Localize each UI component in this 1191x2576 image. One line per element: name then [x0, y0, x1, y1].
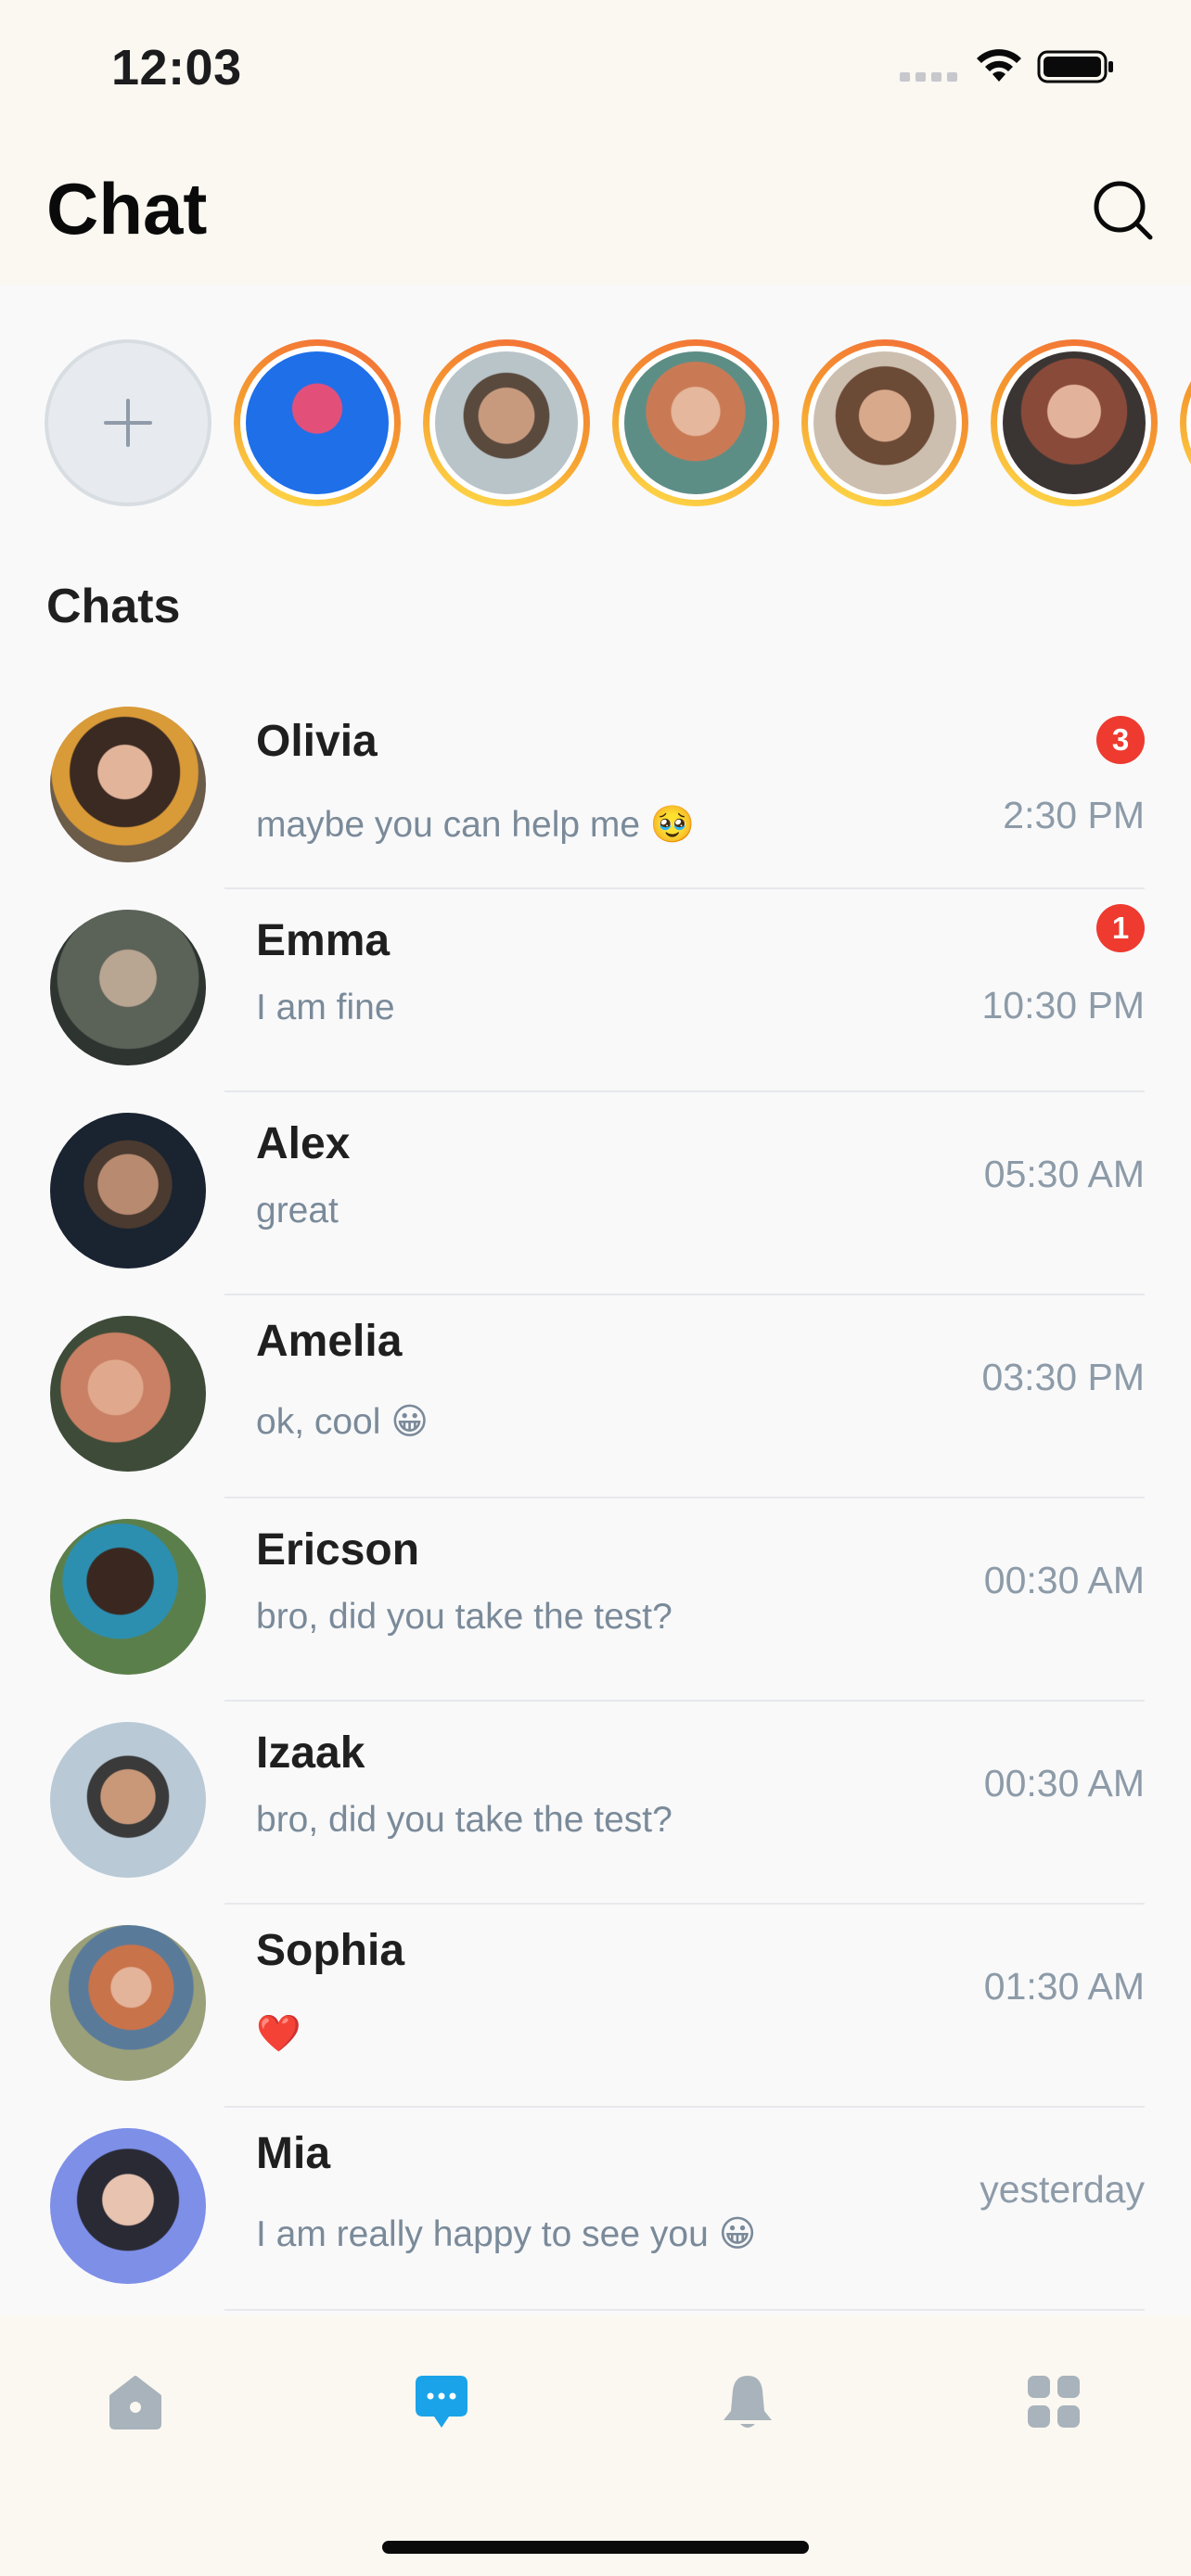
unread-badge: 1	[1096, 904, 1145, 952]
avatar	[1003, 351, 1146, 494]
stories-row	[0, 339, 1191, 510]
chat-name: Amelia	[256, 1317, 403, 1366]
chat-last-message: great	[256, 1191, 339, 1231]
status-time: 12:03	[111, 40, 242, 96]
chat-name: Alex	[256, 1119, 351, 1168]
chat-row[interactable]: Sophia ❤️ 01:30 AM	[0, 1905, 1191, 2108]
home-icon[interactable]	[106, 2372, 165, 2431]
chat-name: Olivia	[256, 717, 378, 766]
battery-icon	[1037, 50, 1113, 83]
unread-badge: 3	[1096, 716, 1145, 764]
chat-time: 10:30 PM	[981, 984, 1146, 1027]
story-avatar[interactable]	[801, 339, 968, 506]
avatar	[50, 910, 206, 1065]
chat-row[interactable]: Izaak bro, did you take the test? 00:30 …	[0, 1702, 1191, 1905]
chat-time: 00:30 AM	[983, 1559, 1145, 1601]
chat-row[interactable]: Alex great 05:30 AM	[0, 1092, 1191, 1295]
app-header: Chat	[0, 139, 1191, 286]
chat-time: 03:30 PM	[981, 1356, 1146, 1398]
avatar	[50, 707, 206, 862]
chat-last-message: bro, did you take the test?	[256, 1597, 672, 1637]
avatar	[50, 1925, 206, 2081]
divider	[224, 2309, 1145, 2311]
avatar	[50, 1316, 206, 1472]
story-avatar[interactable]	[234, 339, 401, 506]
chat-last-message: ok, cool 😀	[256, 1402, 429, 1442]
home-indicator	[382, 2541, 809, 2554]
chat-name: Ericson	[256, 1525, 420, 1575]
chat-row[interactable]: Olivia maybe you can help me 🥹 3 2:30 PM	[0, 686, 1191, 889]
chat-icon[interactable]	[412, 2372, 471, 2431]
chat-time: 2:30 PM	[1003, 794, 1145, 836]
avatar	[50, 1113, 206, 1269]
chat-time: 05:30 AM	[983, 1153, 1145, 1195]
bell-icon[interactable]	[718, 2372, 777, 2431]
chat-row[interactable]: Mia I am really happy to see you 😀 yeste…	[0, 2108, 1191, 2311]
chat-last-message: I am fine	[256, 988, 395, 1027]
chat-last-message: I am really happy to see you 😀	[256, 2214, 757, 2254]
grid-icon[interactable]	[1024, 2372, 1083, 2431]
avatar	[435, 351, 578, 494]
story-avatar[interactable]	[1180, 339, 1191, 506]
chat-name: Mia	[256, 2129, 331, 2178]
chat-last-message: maybe you can help me 🥹	[256, 805, 696, 845]
chat-time: yesterday	[980, 2168, 1145, 2211]
chat-name: Emma	[256, 916, 391, 965]
avatar	[50, 1519, 206, 1675]
chat-row[interactable]: Ericson bro, did you take the test? 00:3…	[0, 1498, 1191, 1702]
chat-last-message: bro, did you take the test?	[256, 1800, 672, 1840]
avatar	[624, 351, 767, 494]
story-avatar[interactable]	[991, 339, 1158, 506]
chat-row[interactable]: Amelia ok, cool 😀 03:30 PM	[0, 1295, 1191, 1498]
search-icon[interactable]	[1091, 178, 1156, 243]
chat-time: 00:30 AM	[983, 1762, 1145, 1804]
plus-icon	[104, 399, 152, 447]
chat-name: Sophia	[256, 1926, 405, 1975]
avatar	[50, 1722, 206, 1878]
cellular-signal-icon	[900, 72, 957, 82]
chat-name: Izaak	[256, 1728, 365, 1778]
bottom-navigation	[0, 2315, 1191, 2576]
status-bar: 12:03	[0, 0, 1191, 139]
add-story-button[interactable]	[45, 339, 211, 506]
story-avatar[interactable]	[612, 339, 779, 506]
avatar	[50, 2128, 206, 2284]
page-title: Chat	[46, 168, 208, 249]
avatar	[813, 351, 956, 494]
chat-last-message: ❤️	[256, 2014, 301, 2054]
chat-time: 01:30 AM	[983, 1965, 1145, 2008]
chats-section-title: Chats	[46, 580, 181, 633]
chat-row[interactable]: Emma I am fine 1 10:30 PM	[0, 889, 1191, 1092]
wifi-icon	[977, 49, 1021, 82]
story-avatar[interactable]	[423, 339, 590, 506]
avatar	[246, 351, 389, 494]
